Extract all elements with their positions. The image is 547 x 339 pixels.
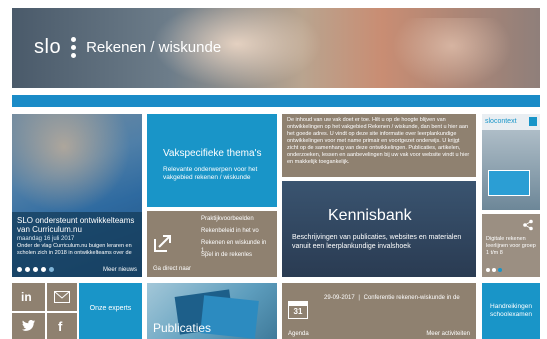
hero-photo-classroom [392, 18, 512, 88]
direct-link[interactable]: Praktijkvoorbeelden [201, 215, 275, 227]
pager-dot[interactable] [41, 267, 46, 272]
agenda-tile[interactable]: 31 Agenda 29-09-2017 | Conferentie reken… [282, 283, 476, 339]
digitale-leerlijnen-tile[interactable]: Digitale rekenen leerlijnen voor groep 1… [482, 214, 540, 277]
linkedin-button[interactable]: in [12, 283, 45, 311]
publicaties-tile[interactable]: Publicaties [147, 283, 277, 339]
pager-dot[interactable] [498, 268, 502, 272]
twitter-button[interactable] [12, 313, 45, 339]
hero-banner: slo Rekenen / wiskunde [12, 8, 540, 88]
pager-dot[interactable] [486, 268, 490, 272]
news-date: maandag 16 juli 2017 [17, 236, 75, 242]
site-logo[interactable]: slo Rekenen / wiskunde [34, 36, 221, 59]
vakspecifiek-text: Relevante onderwerpen voor het vakgebied… [163, 166, 258, 181]
pager-dot[interactable] [492, 268, 496, 272]
news-photo [12, 114, 142, 224]
facebook-icon: f [58, 319, 63, 334]
external-link-icon [154, 235, 171, 252]
twitter-icon [22, 320, 35, 331]
more-activities-link[interactable]: Meer activiteiten [426, 331, 470, 337]
news-caption: SLO ondersteunt ontwikkelteams van Curri… [12, 212, 142, 277]
direct-links-list: Praktijkvoorbeelden Rekenbeleid in het v… [201, 215, 275, 263]
facebook-button[interactable]: f [47, 313, 77, 339]
onze-experts-label: Onze experts [89, 305, 132, 312]
kennisbank-tile[interactable]: Kennisbank Beschrijvingen van publicatie… [282, 181, 476, 277]
site-title: Rekenen / wiskunde [86, 39, 222, 56]
slocontext-logo: slocontext [485, 118, 517, 125]
vakspecifiek-tile[interactable]: Vakspecifieke thema's Relevante onderwer… [147, 114, 277, 207]
calendar-day: 31 [293, 307, 303, 316]
direct-links-tile: Ga direct naar Praktijkvoorbeelden Reken… [147, 211, 277, 277]
news-pager[interactable] [17, 267, 54, 272]
intro-text: De inhoud van uw vak doet er toe. Hilt u… [287, 117, 470, 165]
handreikingen-label: Handreikingen schoolexamen [490, 303, 532, 318]
share-icon [523, 219, 533, 231]
more-news-link[interactable]: Meer nieuws [103, 267, 137, 273]
agenda-item[interactable]: 29-09-2017 | Conferentie rekenen-wiskund… [324, 295, 460, 301]
pager-dot[interactable] [49, 267, 54, 272]
news-excerpt: Onder de vlag Curriculum.nu buigen lerar… [17, 243, 132, 256]
pager-dot[interactable] [33, 267, 38, 272]
publicaties-label: Publicaties [153, 321, 212, 335]
news-title[interactable]: SLO ondersteunt ontwikkelteams van Curri… [17, 216, 137, 234]
slocontext-photo [482, 130, 540, 210]
kennisbank-title: Kennisbank [328, 207, 412, 224]
nav-bar[interactable] [12, 95, 540, 107]
mail-icon [54, 291, 70, 303]
agenda-event: Conferentie rekenen-wiskunde in de [363, 295, 460, 301]
logo-text: slo [34, 36, 62, 58]
handreikingen-tile[interactable]: Handreikingen schoolexamen [482, 283, 540, 339]
linkedin-icon: in [21, 290, 32, 304]
digitale-text: Digitale rekenen leerlijnen voor groep 1… [486, 236, 536, 256]
direct-link[interactable]: Rekenen en wiskunde in 1... [201, 239, 275, 254]
slocontext-badge-icon [529, 117, 537, 126]
slocontext-tile[interactable]: slocontext [482, 114, 540, 210]
digitale-pager[interactable] [486, 268, 502, 272]
vakspecifiek-title: Vakspecifieke thema's [163, 148, 262, 159]
pager-dot[interactable] [25, 267, 30, 272]
onze-experts-tile[interactable]: Onze experts [79, 283, 142, 339]
mail-button[interactable] [47, 283, 77, 311]
presentation-screen [488, 170, 530, 196]
agenda-label: Agenda [288, 331, 309, 337]
direct-link[interactable]: Rekenbeleid in het vo [201, 227, 275, 239]
agenda-date: 29-09-2017 [324, 295, 355, 301]
intro-text-tile: De inhoud van uw vak doet er toe. Hilt u… [282, 114, 476, 177]
pager-dot[interactable] [17, 267, 22, 272]
calendar-icon: 31 [288, 301, 308, 319]
logo-dots-icon [71, 37, 77, 58]
kennisbank-text: Beschrijvingen van publicaties, websites… [292, 234, 462, 250]
direct-label: Ga direct naar [153, 266, 192, 272]
direct-link[interactable]: Spel in de rekenles [201, 251, 275, 263]
news-tile[interactable]: SLO ondersteunt ontwikkelteams van Curri… [12, 114, 142, 277]
